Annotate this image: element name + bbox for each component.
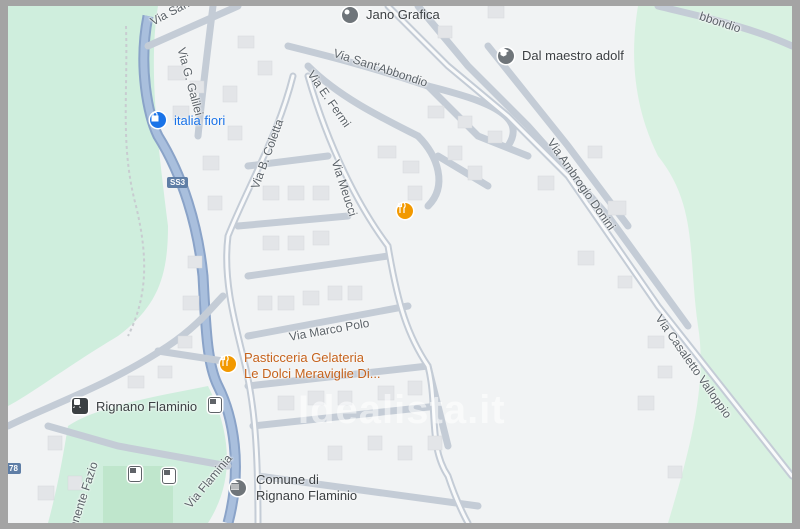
map-base — [8, 6, 792, 523]
restaurant-icon[interactable] — [397, 203, 413, 219]
poi-pasticceria-line1[interactable]: Pasticceria Gelateria — [244, 350, 364, 365]
poi-dal-maestro-adolf[interactable]: Dal maestro adolf — [522, 48, 624, 63]
map-canvas[interactable]: Via Sant'Abbondio Via G. Galilei Via San… — [8, 6, 792, 523]
place-pin-icon[interactable] — [342, 7, 358, 23]
road-shield-edge: 78 — [8, 463, 21, 474]
train-icon[interactable] — [72, 398, 88, 414]
road-shield: SS3 — [167, 177, 189, 188]
school-icon[interactable] — [498, 48, 514, 64]
watermark: Idealista.it — [298, 388, 506, 432]
poi-jano-grafica[interactable]: Jano Grafica — [366, 7, 440, 22]
town-hall-icon[interactable] — [230, 480, 246, 496]
bus-stop-icon[interactable] — [208, 397, 222, 413]
poi-pasticceria-line2[interactable]: Le Dolci Meraviglie Di... — [244, 366, 381, 381]
bus-stop-icon[interactable] — [128, 466, 142, 482]
poi-comune-line2[interactable]: Rignano Flaminio — [256, 488, 357, 503]
shopping-bag-icon[interactable] — [150, 112, 166, 128]
restaurant-icon[interactable] — [220, 356, 236, 372]
poi-rignano-flaminio-station[interactable]: Rignano Flaminio — [96, 399, 197, 414]
bus-stop-icon[interactable] — [162, 468, 176, 484]
map-frame: Via Sant'Abbondio Via G. Galilei Via San… — [0, 0, 800, 529]
poi-italia-fiori[interactable]: italia fiori — [174, 113, 225, 128]
poi-comune-line1[interactable]: Comune di — [256, 472, 319, 487]
